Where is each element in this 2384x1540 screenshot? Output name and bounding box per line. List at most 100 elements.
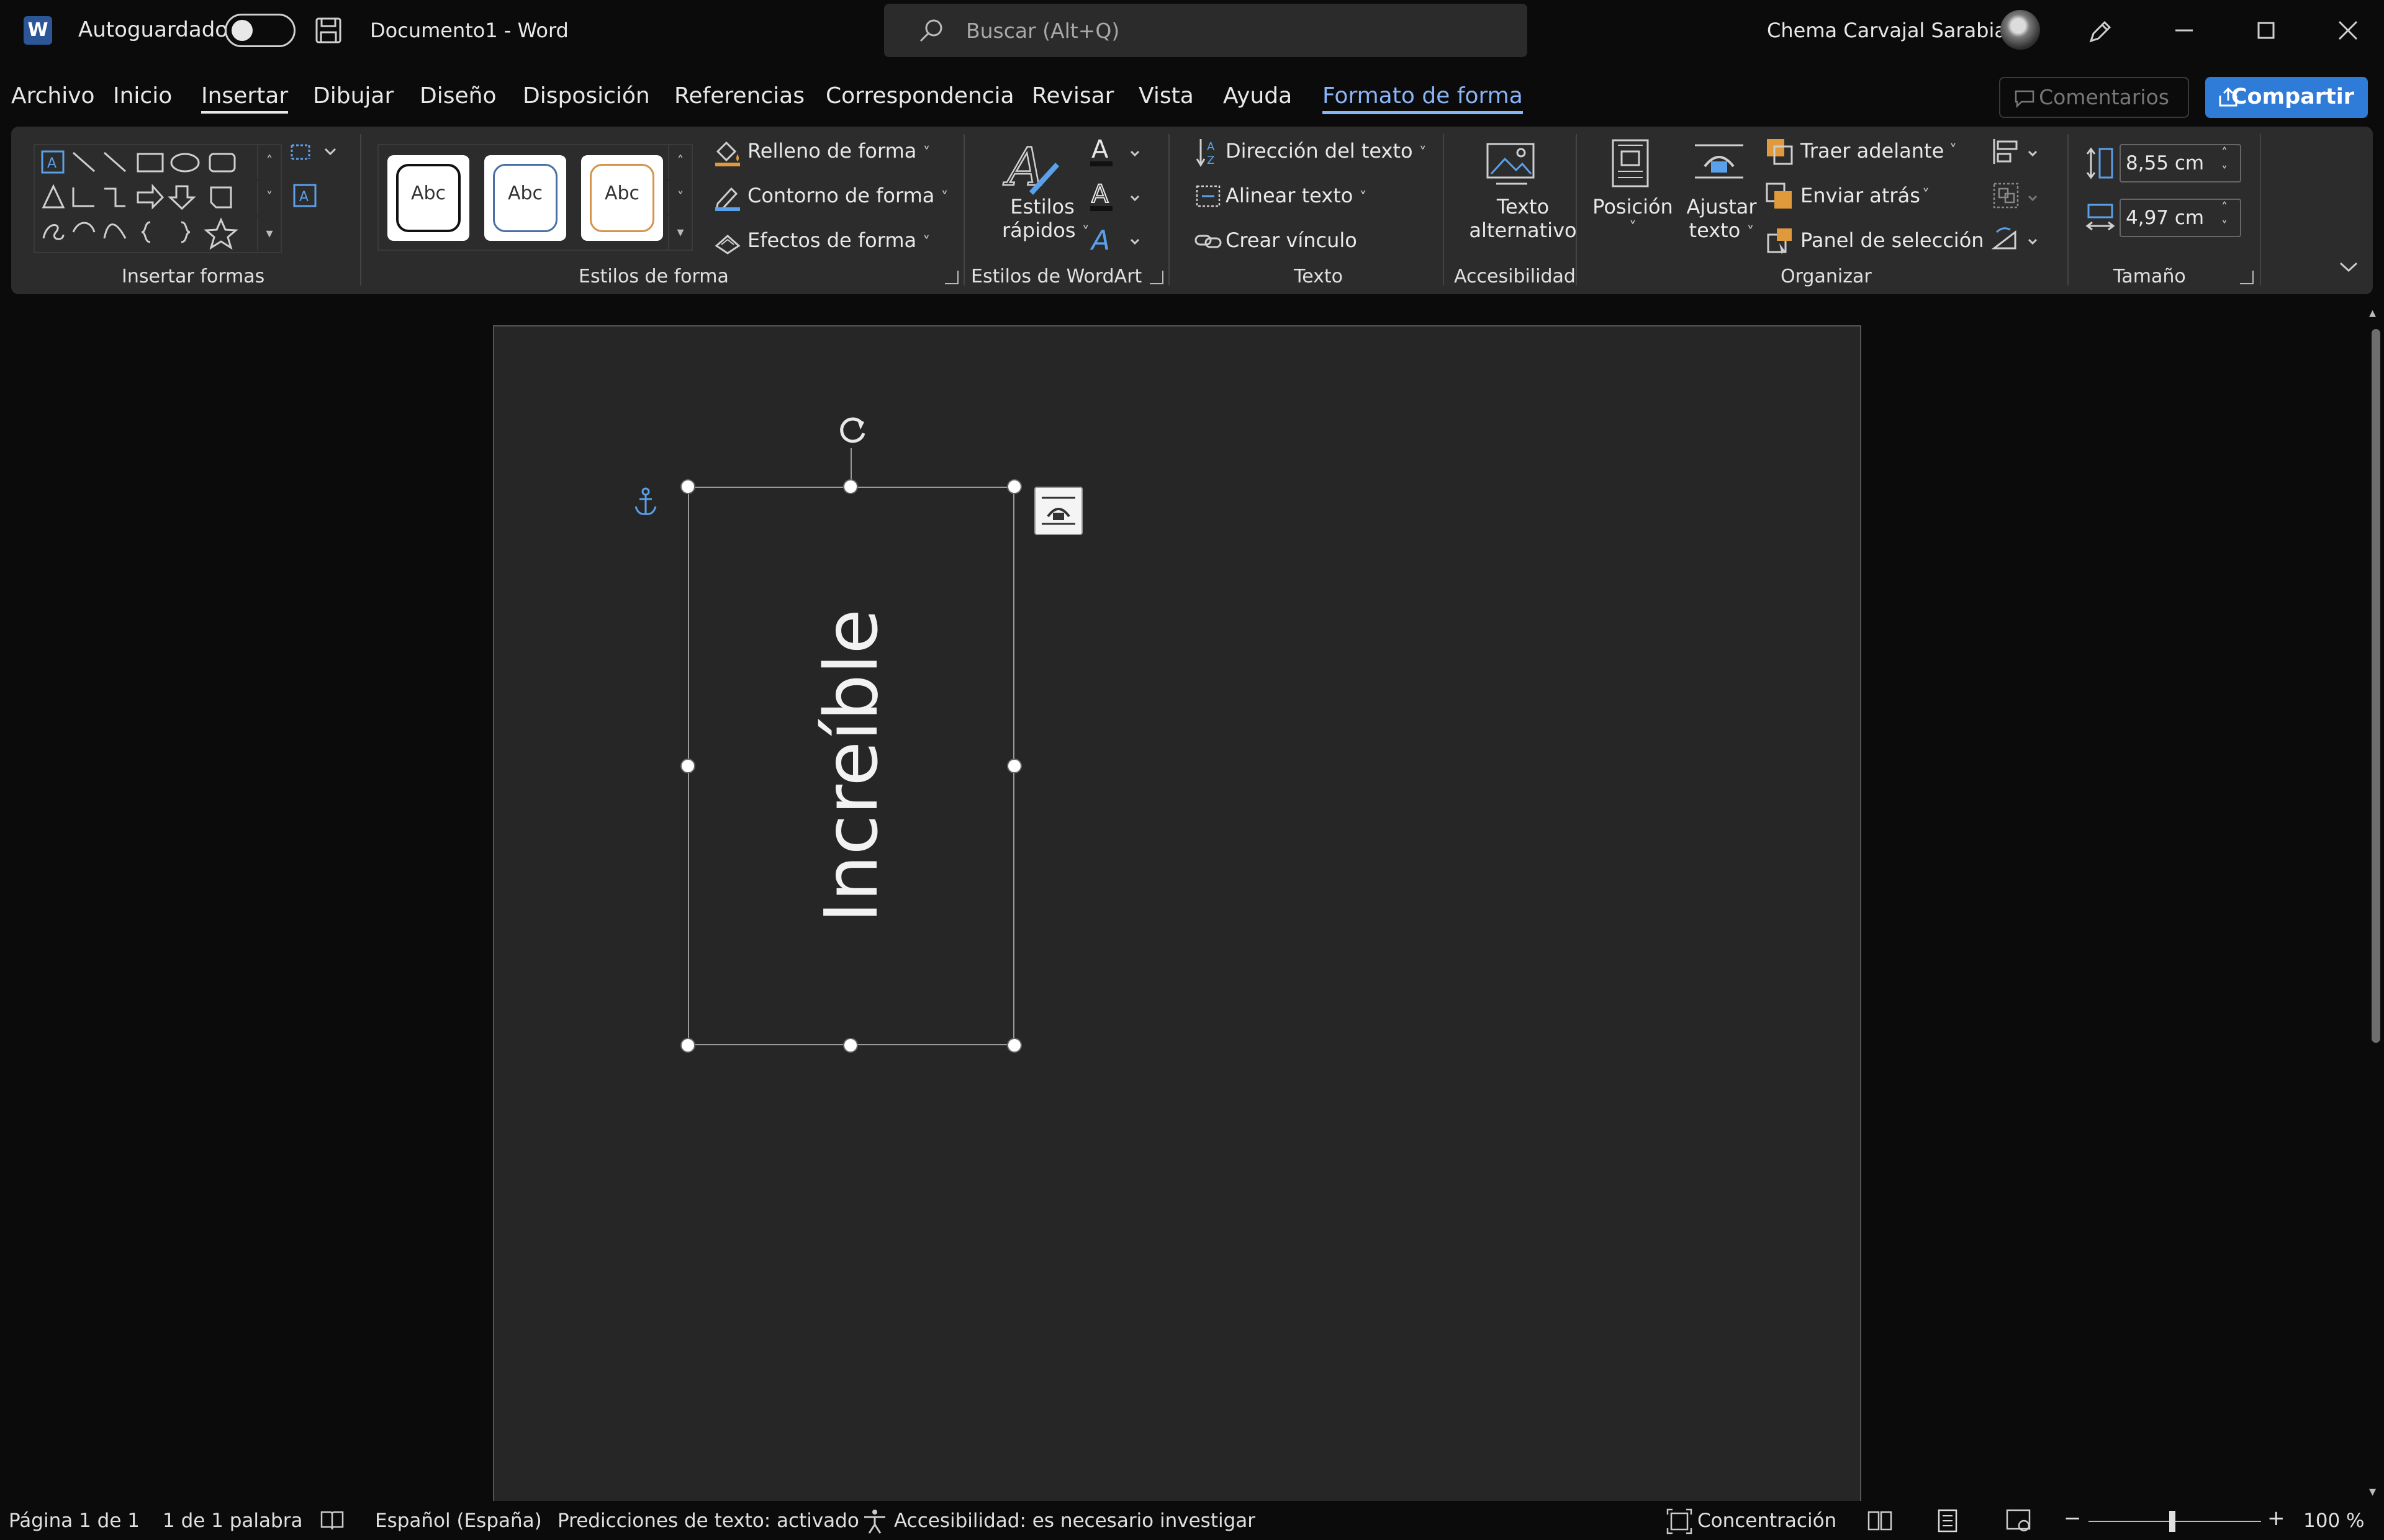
layout-options-button[interactable] (1034, 487, 1083, 535)
shape-fill-button[interactable]: Relleno de forma ˅ (747, 139, 931, 163)
alt-text-button[interactable]: Texto alternativo (1458, 195, 1588, 242)
rotate-handle-icon[interactable] (832, 410, 873, 451)
autosave-toggle[interactable] (225, 14, 296, 47)
text-fill-icon[interactable]: A (1086, 135, 1149, 169)
ribbon: A ˄ ˅ ▾ A Insertar formas Abc Abc Abc ˄ … (11, 127, 2373, 294)
shape-effects-button[interactable]: Efectos de forma ˅ (747, 228, 930, 252)
proofing-book-icon[interactable] (319, 1510, 345, 1532)
tab-inicio[interactable]: Inicio (113, 83, 172, 109)
text-direction-button[interactable]: Dirección del texto ˅ (1226, 139, 1427, 163)
shapes-scroll-down[interactable]: ˅ (257, 181, 281, 215)
resize-handle-top-right[interactable] (1007, 479, 1022, 494)
vertical-scrollbar[interactable]: ▴ ▾ (2368, 304, 2384, 1501)
width-spin-up[interactable]: ˄ (2221, 200, 2228, 215)
height-spin-up[interactable]: ˄ (2221, 145, 2228, 160)
shapes-scroll-up[interactable]: ˄ (257, 145, 281, 179)
tab-insertar[interactable]: Insertar (201, 83, 289, 114)
scroll-up-arrow[interactable]: ▴ (2369, 305, 2376, 321)
shapes-gallery[interactable]: A ˄ ˅ ▾ (34, 144, 282, 253)
close-button[interactable] (2329, 9, 2367, 52)
shapes-more-button[interactable]: ▾ (257, 217, 281, 251)
zoom-in-button[interactable]: + (2267, 1506, 2285, 1531)
width-spin-down[interactable]: ˅ (2221, 218, 2228, 233)
resize-handle-top-left[interactable] (680, 479, 695, 494)
shape-height-icon (2086, 147, 2113, 179)
size-launcher[interactable] (2240, 271, 2254, 284)
resize-handle-bottom-left[interactable] (680, 1038, 695, 1053)
create-link-button[interactable]: Crear vínculo (1226, 228, 1357, 252)
avatar[interactable] (2000, 10, 2040, 50)
quick-styles-button[interactable]: Estilos rápidos ˅ (1002, 195, 1090, 242)
rotate-objects-icon[interactable] (1990, 223, 2052, 258)
selection-pane-button[interactable]: Panel de selección (1800, 228, 1984, 252)
shape-text[interactable]: Increíble (808, 609, 894, 923)
shape-styles-launcher[interactable] (945, 271, 959, 284)
focus-mode-button[interactable]: Concentración (1697, 1510, 1836, 1532)
tab-vista[interactable]: Vista (1139, 83, 1194, 109)
styles-more-button[interactable]: ▾ (668, 216, 692, 250)
wrap-text-button[interactable]: Ajustar texto ˅ (1681, 195, 1762, 242)
zoom-out-button[interactable]: − (2064, 1506, 2082, 1531)
resize-handle-bottom[interactable] (843, 1038, 858, 1053)
user-name[interactable]: Chema Carvajal Sarabia (1767, 19, 2007, 42)
tab-formato-de-forma[interactable]: Formato de forma (1322, 83, 1523, 114)
text-predictions-status[interactable]: Predicciones de texto: activado (558, 1510, 859, 1532)
scroll-down-arrow[interactable]: ▾ (2369, 1484, 2376, 1500)
resize-handle-bottom-right[interactable] (1007, 1038, 1022, 1053)
scrollbar-thumb[interactable] (2372, 329, 2380, 1043)
web-layout-icon[interactable] (2005, 1508, 2031, 1533)
align-objects-icon[interactable] (1990, 135, 2052, 170)
tab-revisar[interactable]: Revisar (1032, 83, 1114, 109)
styles-scroll-down[interactable]: ˅ (668, 181, 692, 215)
read-mode-icon[interactable] (1867, 1510, 1892, 1532)
send-backward-button[interactable]: Enviar atrás (1800, 184, 1920, 207)
bring-forward-dropdown[interactable]: ˅ (1949, 142, 1957, 159)
svg-text:A: A (1091, 180, 1109, 209)
anchor-icon[interactable] (632, 487, 659, 518)
send-backward-dropdown[interactable]: ˅ (1922, 186, 1930, 204)
zoom-slider-thumb[interactable] (2169, 1511, 2175, 1532)
bring-forward-button[interactable]: Traer adelante (1800, 139, 1944, 163)
tab-referencias[interactable]: Referencias (674, 83, 805, 109)
share-button[interactable]: Compartir (2205, 77, 2368, 118)
search-input[interactable] (966, 15, 1500, 46)
resize-handle-left[interactable] (680, 759, 695, 773)
print-layout-icon[interactable] (1937, 1508, 1958, 1533)
shape-styles-gallery[interactable]: Abc Abc Abc ˄ ˅ ▾ (377, 144, 693, 251)
tab-ayuda[interactable]: Ayuda (1223, 83, 1292, 109)
align-text-icon (1196, 185, 1221, 207)
tab-dibujar[interactable]: Dibujar (313, 83, 394, 109)
edit-shape-icon[interactable]: A (286, 140, 348, 215)
maximize-button[interactable] (2247, 9, 2285, 52)
group-objects-icon[interactable] (1990, 180, 2052, 215)
resize-handle-top[interactable] (843, 479, 858, 494)
language-indicator[interactable]: Español (España) (375, 1510, 542, 1532)
minimize-button[interactable] (2165, 9, 2203, 52)
resize-handle-right[interactable] (1007, 759, 1022, 773)
save-icon[interactable] (314, 16, 343, 45)
shape-style-1[interactable]: Abc (387, 155, 469, 241)
text-outline-icon[interactable]: A (1086, 180, 1149, 214)
tab-diseno[interactable]: Diseño (420, 83, 496, 109)
shape-style-2[interactable]: Abc (484, 155, 566, 241)
comments-button[interactable]: Comentarios (1999, 77, 2189, 118)
shape-style-3[interactable]: Abc (581, 155, 663, 241)
zoom-level[interactable]: 100 % (2303, 1510, 2364, 1532)
wordart-launcher[interactable] (1150, 271, 1163, 284)
designer-pen-icon[interactable] (2085, 16, 2115, 46)
accessibility-status[interactable]: Accesibilidad: es necesario investigar (894, 1510, 1255, 1532)
search-box[interactable] (884, 4, 1527, 57)
tab-correspondencia[interactable]: Correspondencia (826, 83, 1014, 109)
collapse-ribbon-icon[interactable] (2338, 259, 2359, 274)
styles-scroll-up[interactable]: ˄ (668, 145, 692, 179)
word-count[interactable]: 1 de 1 palabra (163, 1510, 302, 1532)
text-effects-icon[interactable]: A (1086, 223, 1149, 257)
document-canvas[interactable] (0, 304, 2368, 1501)
position-button[interactable]: Posición ˅ (1589, 195, 1676, 236)
align-text-button[interactable]: Alinear texto ˅ (1226, 184, 1366, 207)
shape-outline-button[interactable]: Contorno de forma ˅ (747, 184, 949, 207)
tab-archivo[interactable]: Archivo (11, 83, 95, 109)
page-count[interactable]: Página 1 de 1 (9, 1510, 140, 1532)
height-spin-down[interactable]: ˅ (2221, 164, 2228, 179)
tab-disposicion[interactable]: Disposición (523, 83, 650, 109)
